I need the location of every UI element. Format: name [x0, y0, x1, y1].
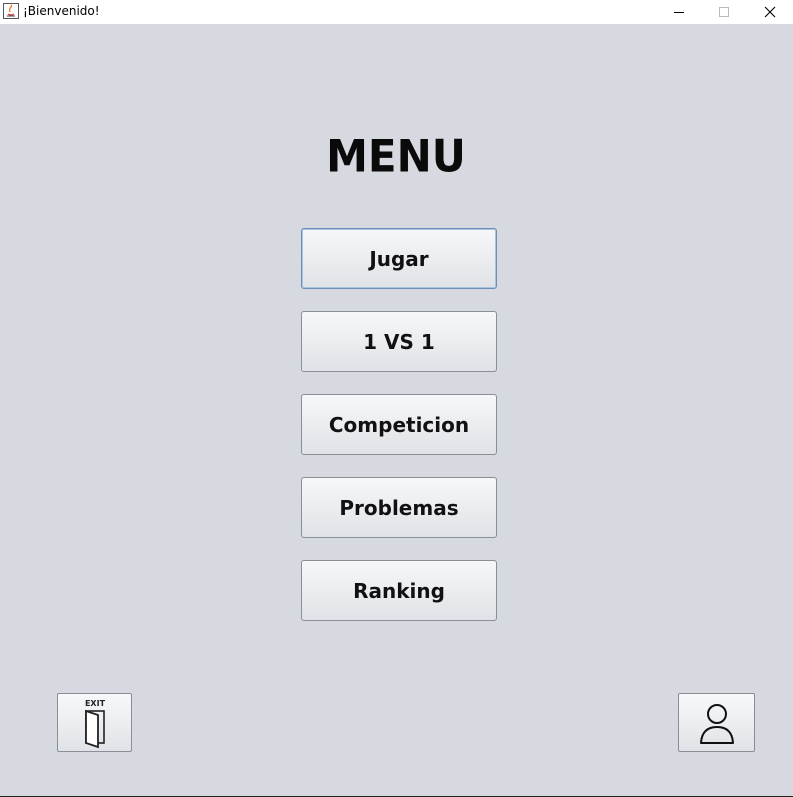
close-button[interactable] — [747, 0, 793, 24]
exit-sign-text: EXIT — [84, 699, 105, 708]
ranking-button[interactable]: Ranking — [301, 560, 497, 621]
one-vs-one-button[interactable]: 1 VS 1 — [301, 311, 497, 372]
minimize-button[interactable] — [656, 0, 702, 24]
title-bar: ¡Bienvenido! — [0, 0, 793, 24]
menu-title: MENU — [326, 130, 466, 183]
user-profile-icon — [699, 703, 734, 744]
maximize-button[interactable] — [701, 0, 747, 24]
close-icon — [764, 6, 776, 18]
user-profile-button[interactable] — [678, 693, 755, 752]
competition-button[interactable]: Competicion — [301, 394, 497, 455]
play-button[interactable]: Jugar — [301, 228, 497, 289]
minimize-icon — [674, 12, 684, 13]
exit-door-icon: EXIT — [84, 699, 105, 748]
maximize-icon — [719, 7, 729, 17]
java-app-icon — [3, 3, 19, 19]
exit-button[interactable]: EXIT — [57, 693, 132, 752]
problems-button[interactable]: Problemas — [301, 477, 497, 538]
window-title: ¡Bienvenido! — [23, 4, 100, 18]
